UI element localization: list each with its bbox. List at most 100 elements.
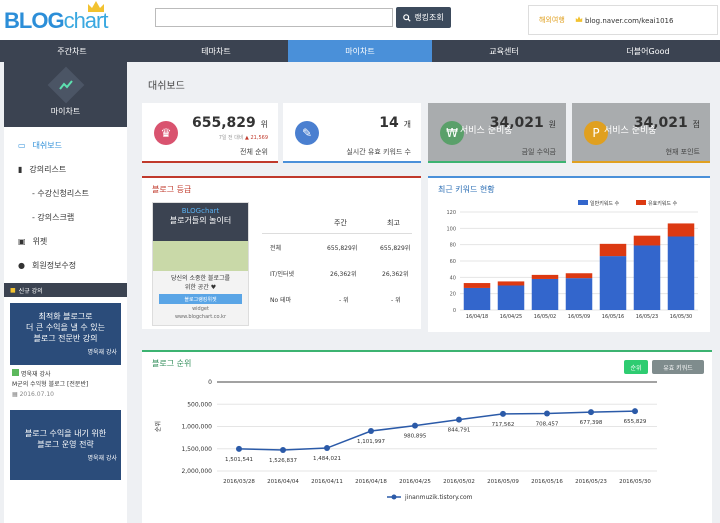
data-point (632, 408, 638, 415)
sidebar-item-enroll-list[interactable]: - 수강신청리스트 (4, 181, 127, 205)
stat-keyword-label: 실시간 유효 키워드 수 (346, 148, 411, 156)
data-point (324, 445, 330, 452)
legend-swatch (578, 200, 588, 205)
y-tick-label: 0 (453, 308, 456, 314)
data-point (588, 409, 594, 416)
monitor-icon: ▭ (18, 140, 26, 150)
x-tick-label: 16/04/18 (466, 314, 488, 320)
instructor-name: 명욱재 강사 (21, 371, 51, 378)
stat-card-rank: ♛ 655,829 위 7일 전 대비 ▲ 21,569 전체 순위 (142, 103, 278, 163)
lecture-banner-2[interactable]: 블로그 수익을 내기 위한 블로그 운영 전략 명욱재 강사 (10, 410, 121, 480)
stat-revenue-value: 34,021 원 (489, 115, 556, 131)
level-row-name: No 테마 (270, 297, 292, 304)
ranking-search-button[interactable]: 랭킹조회 (396, 7, 451, 28)
x-tick-label: 2016/05/16 (531, 479, 563, 485)
stat-points-value: 34,021 점 (633, 115, 700, 131)
search-input[interactable] (155, 8, 393, 27)
sidebar-item-widget[interactable]: ▣ 위젯 (4, 229, 127, 253)
data-label: 708,457 (536, 422, 559, 428)
widget-title: 블로거들의 놀이터 (169, 216, 232, 225)
stat-keyword-value: 14 개 (379, 115, 411, 131)
y-tick-label: 1,000,000 (181, 424, 212, 431)
legend-swatch (636, 200, 646, 205)
bar (633, 235, 661, 246)
banner-line: 최적화 블로그로 (38, 312, 93, 321)
nav-weekly-chart[interactable]: 주간차트 (0, 40, 144, 62)
banner-line: 블로그 운영 전략 (37, 440, 94, 449)
widget-top: BLOGchart 블로거들의 놀이터 (153, 203, 248, 241)
widget-icon: ▣ (18, 236, 26, 246)
sidebar-item-profile[interactable]: ● 회원정보수정 (4, 253, 127, 277)
book-icon: ▮ (18, 164, 23, 174)
nav-theme-chart[interactable]: 테마차트 (144, 40, 288, 62)
sidebar-header: 마이차트 (4, 62, 127, 127)
divider (262, 233, 412, 234)
x-tick-label: 2016/05/09 (487, 479, 519, 485)
y-axis-label: 순위 (154, 421, 162, 432)
stat-rank-value: 655,829 위 (191, 115, 268, 131)
search-icon (403, 13, 411, 22)
blog-url: blog.naver.com/keai1016 (585, 16, 674, 25)
level-row-week: 26,362위 (330, 271, 357, 278)
sidebar-item-label: 강의리스트 (29, 164, 67, 174)
bar (565, 278, 593, 310)
course-title[interactable]: M군의 수익형 블로그 [전문반] (12, 380, 119, 390)
nav-education-center[interactable]: 교육센터 (432, 40, 576, 62)
nav-my-chart[interactable]: 마이차트 (288, 40, 432, 62)
x-tick-label: 2016/03/28 (223, 479, 255, 485)
data-point (544, 410, 550, 417)
blog-link[interactable]: blog.naver.com/keai1016 (575, 15, 674, 25)
sidebar-item-scrap[interactable]: - 강의스크랩 (4, 205, 127, 229)
bar (531, 278, 559, 310)
banner-signature: 명욱재 강사 (87, 455, 117, 462)
main-nav: 주간차트 테마차트 마이차트 교육센터 더블어Good (0, 40, 720, 62)
legend-label: 일반키워드 수 (590, 200, 620, 207)
x-tick-label: 2016/04/18 (355, 479, 387, 485)
card-title: 블로그 등급 (152, 185, 192, 194)
widget-button[interactable]: 블로그랭킹위젯 (159, 294, 242, 304)
trophy-icon: ♛ (154, 121, 178, 145)
bar (497, 285, 525, 310)
stat-card-points: P 서비스 준비중 34,021 점 현재 포인트 (572, 103, 710, 163)
y-tick-label: 100 (446, 226, 456, 232)
widget-url: www.blogchart.co.kr (174, 314, 227, 320)
calendar-icon: ▦ (12, 391, 18, 398)
bar (497, 281, 525, 286)
header: BLOGchart 랭킹조회 해외여행 blog.naver.com/keai1… (0, 0, 720, 40)
stat-card-revenue: ₩ 서비스 준비중 34,021 원 금일 수익금 (428, 103, 566, 163)
y-tick-label: 2,000,000 (181, 468, 212, 475)
blog-rank-card: 블로그 순위 순위 유효 키워드 0 500,000 1,000,000 1,500,… (142, 350, 712, 523)
sidebar-item-lectures[interactable]: ▮ 강의리스트 (4, 157, 127, 181)
card-title: 블로그 순위 (152, 359, 192, 368)
bar (599, 256, 627, 310)
lecture-banner-1[interactable]: 최적화 블로그로 더 큰 수익을 낼 수 있는 블로그 전문반 강의 명욱재 강… (10, 303, 121, 365)
y-tick-label: 80 (450, 243, 456, 249)
level-widget-box[interactable]: BLOGchart 블로거들의 놀이터 당신의 소중한 블로그를 위한 공간 ♥ … (152, 202, 249, 326)
main-content: 대쉬보드 ♛ 655,829 위 7일 전 대비 ▲ 21,569 전체 순위 … (132, 62, 720, 523)
bar (531, 274, 559, 279)
sidebar-item-dashboard[interactable]: ▭ 대쉬보드 (4, 133, 127, 157)
x-tick-label: 16/05/02 (534, 314, 556, 320)
new-lecture-header: ■ 신규 강의 (4, 283, 127, 297)
data-point (368, 428, 374, 435)
data-point (500, 410, 506, 417)
user-category: 해외여행 (539, 16, 565, 24)
bar (599, 243, 627, 257)
keyword-bar-chart: 0 20 40 60 80 100 120 일반키워드 수 유효키워드 수 16/04/18 16/… (446, 200, 698, 320)
new-lecture-label: 신규 강의 (18, 287, 43, 295)
col-best: 최고 (387, 219, 400, 227)
lecture-info-1: 명욱재 강사 M군의 수익형 블로그 [전문반] ▦ 2016.07.10 (4, 365, 127, 404)
stat-revenue-label: 금일 수익금 (521, 148, 556, 156)
stat-points-label: 현재 포인트 (665, 148, 700, 156)
data-label: 1,526,837 (269, 458, 297, 464)
sidebar-item-label: 회원정보수정 (31, 260, 77, 270)
legend-marker (391, 494, 397, 500)
nav-together-good[interactable]: 더블어Good (576, 40, 720, 62)
banner-line: 더 큰 수익을 낼 수 있는 (26, 323, 105, 332)
y-tick-label: 500,000 (187, 401, 212, 408)
level-row-best: 26,362위 (382, 271, 409, 278)
user-blog-box[interactable]: 해외여행 blog.naver.com/keai1016 (528, 5, 718, 35)
y-tick-label: 120 (446, 210, 456, 216)
stat-card-keywords: ✎ 14 개 실시간 유효 키워드 수 (283, 103, 421, 163)
data-point (280, 446, 286, 453)
